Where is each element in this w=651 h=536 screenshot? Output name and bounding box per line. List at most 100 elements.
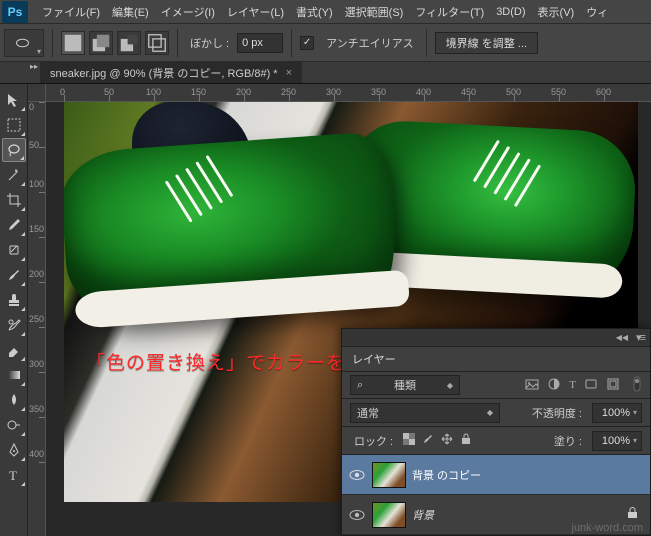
menu-bar: Ps ファイル(F) 編集(E) イメージ(I) レイヤー(L) 書式(Y) 選… — [0, 0, 651, 24]
layer-filter-dropdown[interactable]: ⌕ 種類 ◆ — [350, 375, 460, 395]
menu-type[interactable]: 書式(Y) — [290, 0, 339, 24]
feather-label: ぼかし : — [190, 35, 229, 51]
filter-adjust-icon[interactable] — [547, 377, 561, 394]
document-tab-bar: sneaker.jpg @ 90% (背景 のコピー, RGB/8#) * × — [0, 62, 651, 84]
feather-input[interactable] — [237, 33, 283, 53]
healing-tool-icon[interactable] — [2, 238, 26, 262]
tool-preset-dropdown[interactable]: ▾ — [4, 29, 44, 57]
ruler-v-tick: 400 — [29, 449, 44, 459]
lock-icon — [627, 507, 644, 522]
ruler-v-tick: 0 — [29, 102, 34, 112]
menu-filter[interactable]: フィルター(T) — [409, 0, 490, 24]
stamp-tool-icon[interactable] — [2, 288, 26, 312]
app-logo: Ps — [2, 1, 28, 23]
panel-collapse-icon[interactable]: ▸▸ — [30, 62, 38, 71]
antialias-label: アンチエイリアス — [326, 35, 414, 51]
layer-thumbnail[interactable] — [372, 502, 406, 528]
menu-3d[interactable]: 3D(D) — [490, 2, 531, 22]
ruler-v-tick: 250 — [29, 314, 44, 324]
menu-file[interactable]: ファイル(F) — [36, 0, 106, 24]
menu-window[interactable]: ウィ — [580, 0, 614, 24]
separator — [291, 29, 292, 57]
ruler-vertical[interactable]: 0 50 100 150 200 250 300 350 400 — [28, 102, 46, 536]
lock-position-icon[interactable] — [441, 433, 453, 448]
opacity-value: 100% — [602, 407, 630, 419]
opacity-label: 不透明度 : — [532, 405, 582, 421]
opacity-field[interactable]: 100%▾ — [592, 403, 642, 423]
lock-label: ロック : — [354, 433, 393, 449]
separator — [177, 29, 178, 57]
eyedropper-tool-icon[interactable] — [2, 213, 26, 237]
ruler-v-tick: 350 — [29, 404, 44, 414]
dodge-tool-icon[interactable] — [2, 413, 26, 437]
blend-mode-dropdown[interactable]: 通常 ◆ — [350, 403, 500, 423]
fill-field[interactable]: 100%▾ — [592, 431, 642, 451]
lock-transparent-icon[interactable] — [403, 433, 415, 448]
history-brush-tool-icon[interactable] — [2, 313, 26, 337]
wand-tool-icon[interactable] — [2, 163, 26, 187]
panel-menu-icon[interactable]: ▾≡ — [636, 331, 644, 344]
blend-mode-value: 通常 — [357, 405, 379, 421]
layers-panel: ◀◀ ▾≡ レイヤー ⌕ 種類 ◆ T 通常 ◆ 不透明度 : 100%▾ ロッ… — [341, 328, 651, 536]
crop-tool-icon[interactable] — [2, 188, 26, 212]
options-bar: ▾ ぼかし : ✓ アンチエイリアス 境界線 を調整 ... — [0, 24, 651, 62]
refine-edge-button[interactable]: 境界線 を調整 ... — [435, 32, 538, 54]
ruler-v-tick: 50 — [29, 140, 39, 150]
blend-opacity-row: 通常 ◆ 不透明度 : 100%▾ — [342, 399, 650, 427]
eraser-tool-icon[interactable] — [2, 338, 26, 362]
ruler-horizontal[interactable]: 0 50 100 150 200 250 300 350 400 450 500… — [46, 84, 651, 102]
ruler-v-tick: 100 — [29, 179, 44, 189]
fill-value: 100% — [602, 435, 630, 447]
layer-name[interactable]: 背景 — [412, 507, 434, 523]
layer-filter-row: ⌕ 種類 ◆ T — [342, 371, 650, 399]
menu-view[interactable]: 表示(V) — [532, 0, 581, 24]
ruler-origin[interactable] — [28, 84, 46, 102]
menu-select[interactable]: 選択範囲(S) — [339, 0, 410, 24]
filter-pixel-icon[interactable] — [525, 377, 539, 394]
separator — [52, 29, 53, 57]
selection-new-icon[interactable] — [61, 31, 85, 55]
visibility-icon[interactable] — [348, 506, 366, 524]
antialias-checkbox[interactable]: ✓ — [300, 36, 314, 50]
svg-text:T: T — [9, 468, 17, 483]
layer-thumbnail[interactable] — [372, 462, 406, 488]
pen-tool-icon[interactable] — [2, 438, 26, 462]
filter-shape-icon[interactable] — [584, 377, 598, 394]
layer-item[interactable]: 背景 のコピー — [342, 455, 650, 495]
image-content — [64, 131, 400, 324]
filter-toggle-switch[interactable] — [632, 376, 642, 395]
gradient-tool-icon[interactable] — [2, 363, 26, 387]
filter-smart-icon[interactable] — [606, 377, 620, 394]
menu-layer[interactable]: レイヤー(L) — [221, 0, 290, 24]
brush-tool-icon[interactable] — [2, 263, 26, 287]
ruler-v-tick: 150 — [29, 224, 44, 234]
blur-tool-icon[interactable] — [2, 388, 26, 412]
document-tab[interactable]: sneaker.jpg @ 90% (背景 のコピー, RGB/8#) * × — [40, 62, 302, 83]
tools-panel: T — [0, 84, 28, 536]
filter-type-icon[interactable]: T — [569, 379, 576, 391]
document-tab-title: sneaker.jpg @ 90% (背景 のコピー, RGB/8#) * — [50, 65, 278, 81]
ruler-v-tick: 300 — [29, 359, 44, 369]
lock-paint-icon[interactable] — [422, 433, 434, 448]
layer-filter-label: 種類 — [394, 377, 416, 393]
fill-label: 塗り : — [554, 433, 582, 449]
type-tool-icon[interactable]: T — [2, 463, 26, 487]
move-tool-icon[interactable] — [2, 88, 26, 112]
image-content — [350, 119, 638, 293]
selection-intersect-icon[interactable] — [145, 31, 169, 55]
lock-all-icon[interactable] — [460, 433, 472, 448]
panel-collapse-icon[interactable]: ◀◀ — [616, 333, 628, 342]
separator — [426, 29, 427, 57]
visibility-icon[interactable] — [348, 466, 366, 484]
marquee-tool-icon[interactable] — [2, 113, 26, 137]
panel-title[interactable]: レイヤー — [342, 347, 650, 371]
layer-name[interactable]: 背景 のコピー — [412, 467, 481, 483]
close-icon[interactable]: × — [286, 67, 292, 79]
selection-add-icon[interactable] — [89, 31, 113, 55]
watermark: junk-word.com — [571, 522, 643, 534]
lasso-tool-icon[interactable] — [2, 138, 26, 162]
ruler-v-tick: 200 — [29, 269, 44, 279]
selection-subtract-icon[interactable] — [117, 31, 141, 55]
menu-image[interactable]: イメージ(I) — [155, 0, 221, 24]
menu-edit[interactable]: 編集(E) — [106, 0, 155, 24]
